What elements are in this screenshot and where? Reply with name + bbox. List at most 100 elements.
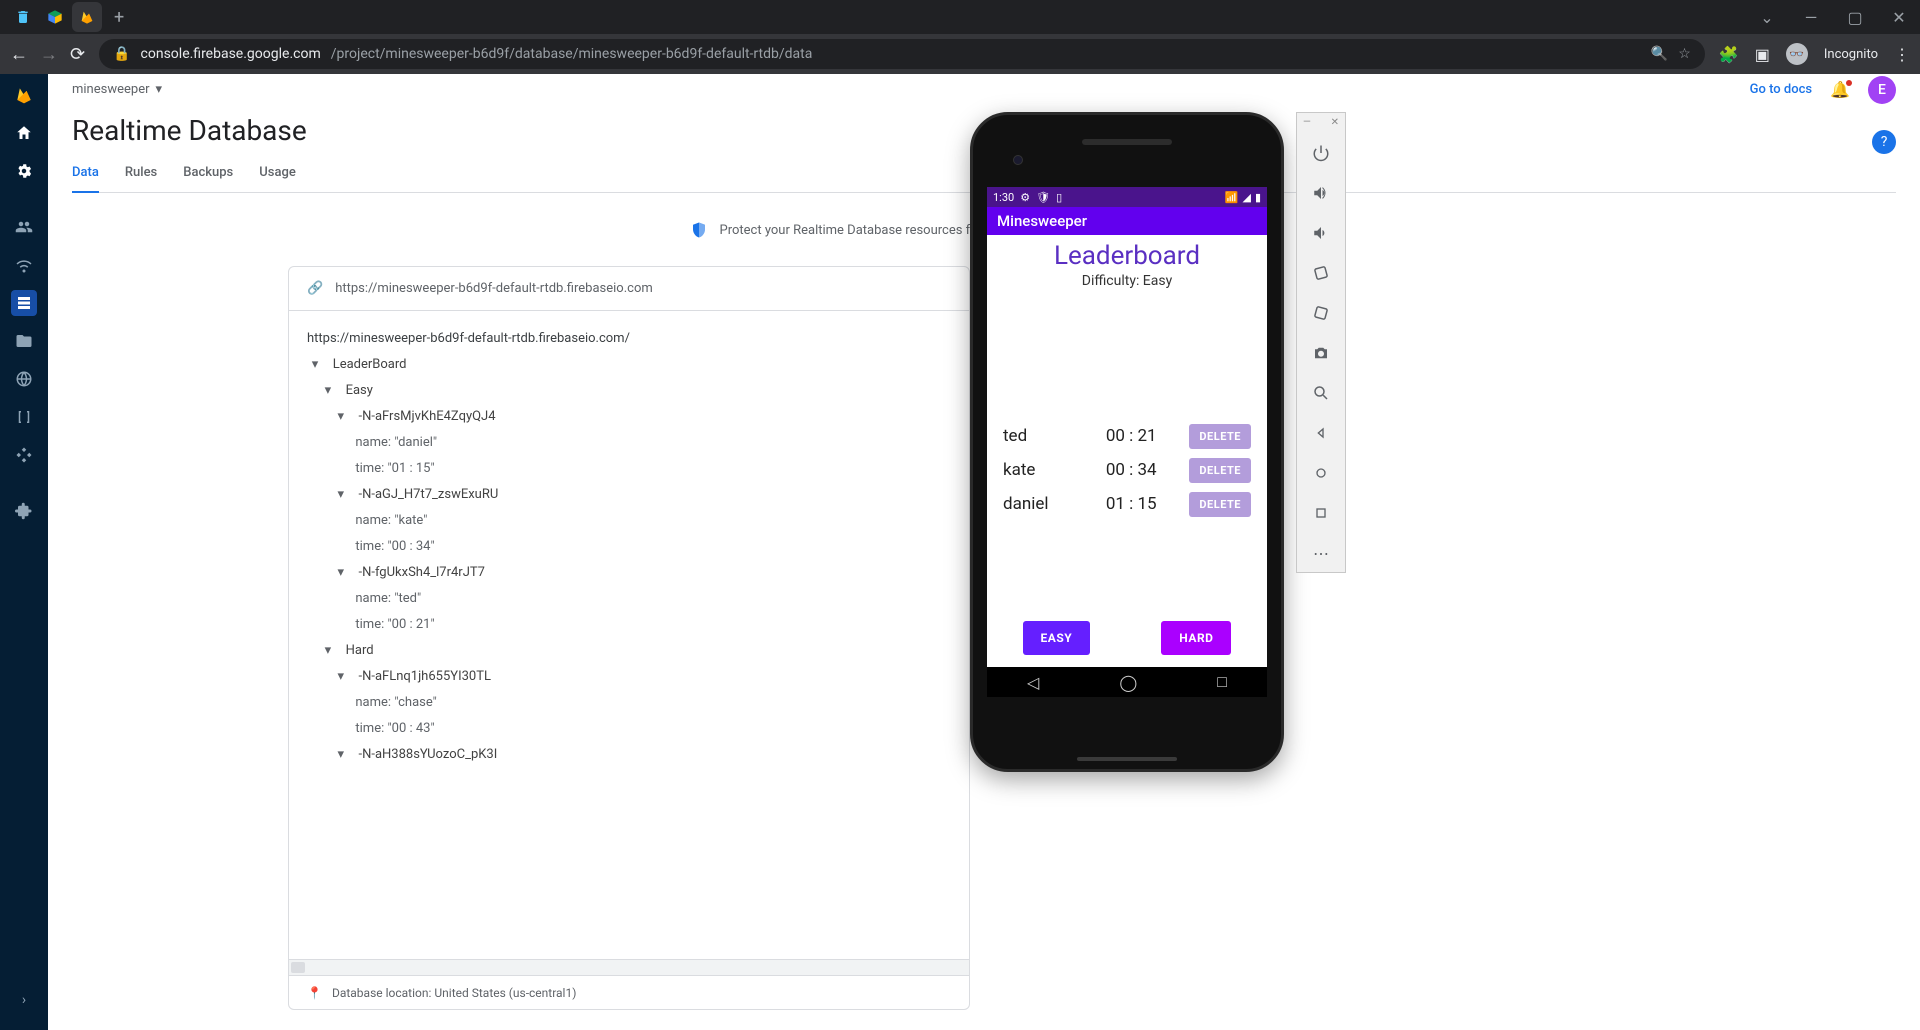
tab-3-active[interactable]: [72, 2, 102, 32]
key-name: name:: [355, 591, 391, 606]
delete-button[interactable]: DELETE: [1189, 424, 1251, 449]
expand-rail-icon[interactable]: ›: [22, 992, 26, 1008]
back-triangle-icon[interactable]: [1306, 418, 1336, 448]
caret-icon[interactable]: ▾: [333, 669, 349, 684]
incognito-avatar-icon[interactable]: 👓: [1786, 43, 1808, 65]
user-avatar[interactable]: E: [1868, 76, 1896, 104]
caret-icon[interactable]: ▾: [320, 643, 336, 658]
node-leaderboard[interactable]: LeaderBoard: [333, 357, 407, 372]
overview-square-icon[interactable]: [1306, 498, 1336, 528]
node-id[interactable]: -N-fgUkxSh4_l7r4rJT7: [358, 565, 484, 580]
kebab-menu-icon[interactable]: ⋮: [1894, 45, 1910, 64]
project-selector[interactable]: minesweeper ▾: [72, 82, 162, 97]
wifi-status-icon: 📶: [1225, 191, 1239, 204]
caret-icon[interactable]: ▾: [307, 357, 323, 372]
extensions-icon[interactable]: 🧩: [1719, 45, 1739, 64]
lock-icon: 🔒: [113, 46, 130, 62]
extensions-rail-icon[interactable]: [11, 498, 37, 524]
tab-group: +: [8, 0, 124, 34]
toolbar-minimize-icon[interactable]: —: [1303, 117, 1311, 128]
easy-button[interactable]: EASY: [1023, 621, 1091, 655]
address-bar[interactable]: 🔒 console.firebase.google.com/project/mi…: [99, 39, 1705, 69]
caret-icon[interactable]: ▾: [333, 487, 349, 502]
val-time: "00 : 21": [387, 617, 434, 632]
key-name: name:: [355, 435, 391, 450]
functions-icon[interactable]: [11, 404, 37, 430]
tab-usage[interactable]: Usage: [259, 155, 296, 193]
leaderboard-rows: ted 00 : 21 DELETE kate 00 : 34 DELETE d…: [987, 419, 1267, 521]
nav-back-icon[interactable]: ◁: [1027, 673, 1039, 692]
firebase-topbar: minesweeper ▾ Go to docs 🔔 E: [48, 74, 1920, 106]
app-body: Leaderboard Difficulty: Easy ted 00 : 21…: [987, 235, 1267, 667]
nav-recent-icon[interactable]: □: [1217, 672, 1227, 692]
help-icon[interactable]: ?: [1872, 130, 1896, 154]
row-time: 00 : 34: [1081, 460, 1181, 480]
caret-icon[interactable]: ▾: [333, 409, 349, 424]
app-title: Minesweeper: [997, 212, 1087, 230]
notifications-bell-icon[interactable]: 🔔: [1830, 80, 1850, 99]
bookmark-star-icon[interactable]: ☆: [1678, 46, 1691, 62]
ml-icon[interactable]: [11, 442, 37, 468]
more-options-icon[interactable]: ⋯: [1306, 538, 1336, 568]
node-id[interactable]: -N-aGJ_H7t7_zswExuRU: [358, 487, 498, 502]
storage-icon[interactable]: [11, 328, 37, 354]
people-icon[interactable]: [11, 214, 37, 240]
home-icon[interactable]: [11, 120, 37, 146]
screenshot-icon[interactable]: [1306, 338, 1336, 368]
tab-backups[interactable]: Backups: [183, 155, 233, 193]
chrome-right-icons: 🧩 ▣ 👓 Incognito ⋮: [1719, 43, 1910, 65]
incognito-label: Incognito: [1824, 47, 1878, 62]
data-tree[interactable]: https://minesweeper-b6d9f-default-rtdb.f…: [289, 311, 969, 959]
node-hard[interactable]: Hard: [346, 643, 374, 658]
settings-gear-icon[interactable]: [11, 158, 37, 184]
key-name: name:: [355, 513, 391, 528]
node-id[interactable]: -N-aFLnq1jh655YI30TL: [358, 669, 491, 684]
scrollbar-thumb[interactable]: [291, 962, 305, 973]
toolbar-close-icon[interactable]: ✕: [1331, 117, 1339, 128]
caret-icon[interactable]: ▾: [333, 747, 349, 762]
tab-data[interactable]: Data: [72, 155, 99, 193]
globe-icon[interactable]: [11, 366, 37, 392]
node-easy[interactable]: Easy: [346, 383, 373, 398]
gesture-bar: [1077, 757, 1177, 761]
search-in-page-icon[interactable]: 🔍: [1651, 46, 1668, 62]
phone-screen: 1:30 ⚙ 🛡 ▯ 📶 ◢ ▮ Minesweeper Leaderboard…: [987, 187, 1267, 697]
back-icon[interactable]: ←: [10, 44, 28, 65]
power-icon[interactable]: [1306, 138, 1336, 168]
delete-button[interactable]: DELETE: [1189, 492, 1251, 517]
node-id[interactable]: -N-aFrsMjvKhE4ZqyQJ4: [358, 409, 495, 424]
nav-home-icon[interactable]: ◯: [1119, 673, 1137, 692]
horizontal-scrollbar[interactable]: [289, 959, 969, 975]
chrome-omnibar: ← → ⟳ 🔒 console.firebase.google.com/proj…: [0, 34, 1920, 74]
go-to-docs-link[interactable]: Go to docs: [1750, 82, 1812, 97]
window-maximize-icon[interactable]: ▢: [1842, 8, 1868, 27]
new-tab-button[interactable]: +: [114, 7, 124, 28]
wifi-icon[interactable]: [11, 252, 37, 278]
caret-icon[interactable]: ▾: [320, 383, 336, 398]
volume-down-icon[interactable]: [1306, 218, 1336, 248]
tab-rules[interactable]: Rules: [125, 155, 157, 193]
home-circle-icon[interactable]: [1306, 458, 1336, 488]
forward-icon[interactable]: →: [40, 44, 58, 65]
panel-icon[interactable]: ▣: [1755, 45, 1770, 64]
zoom-icon[interactable]: [1306, 378, 1336, 408]
rotate-left-icon[interactable]: [1306, 258, 1336, 288]
node-id[interactable]: -N-aH388sYUozoC_pK3I: [358, 747, 497, 762]
window-close-icon[interactable]: ✕: [1886, 8, 1912, 27]
window-dropdown-icon[interactable]: ⌄: [1754, 8, 1780, 27]
hard-button[interactable]: HARD: [1161, 621, 1231, 655]
phone-camera: [1013, 155, 1023, 165]
firebase-logo-icon[interactable]: [11, 82, 37, 108]
window-minimize-icon[interactable]: —: [1798, 8, 1824, 27]
tab-1[interactable]: [8, 2, 38, 32]
volume-up-icon[interactable]: [1306, 178, 1336, 208]
rotate-right-icon[interactable]: [1306, 298, 1336, 328]
list-item: daniel 01 : 15 DELETE: [1003, 487, 1251, 521]
tab-2[interactable]: [40, 2, 70, 32]
db-url-short: https://minesweeper-b6d9f-default-rtdb.f…: [335, 281, 653, 296]
caret-icon[interactable]: ▾: [333, 565, 349, 580]
key-time: time:: [355, 461, 384, 476]
reload-icon[interactable]: ⟳: [70, 44, 85, 65]
realtime-database-icon[interactable]: [11, 290, 37, 316]
delete-button[interactable]: DELETE: [1189, 458, 1251, 483]
